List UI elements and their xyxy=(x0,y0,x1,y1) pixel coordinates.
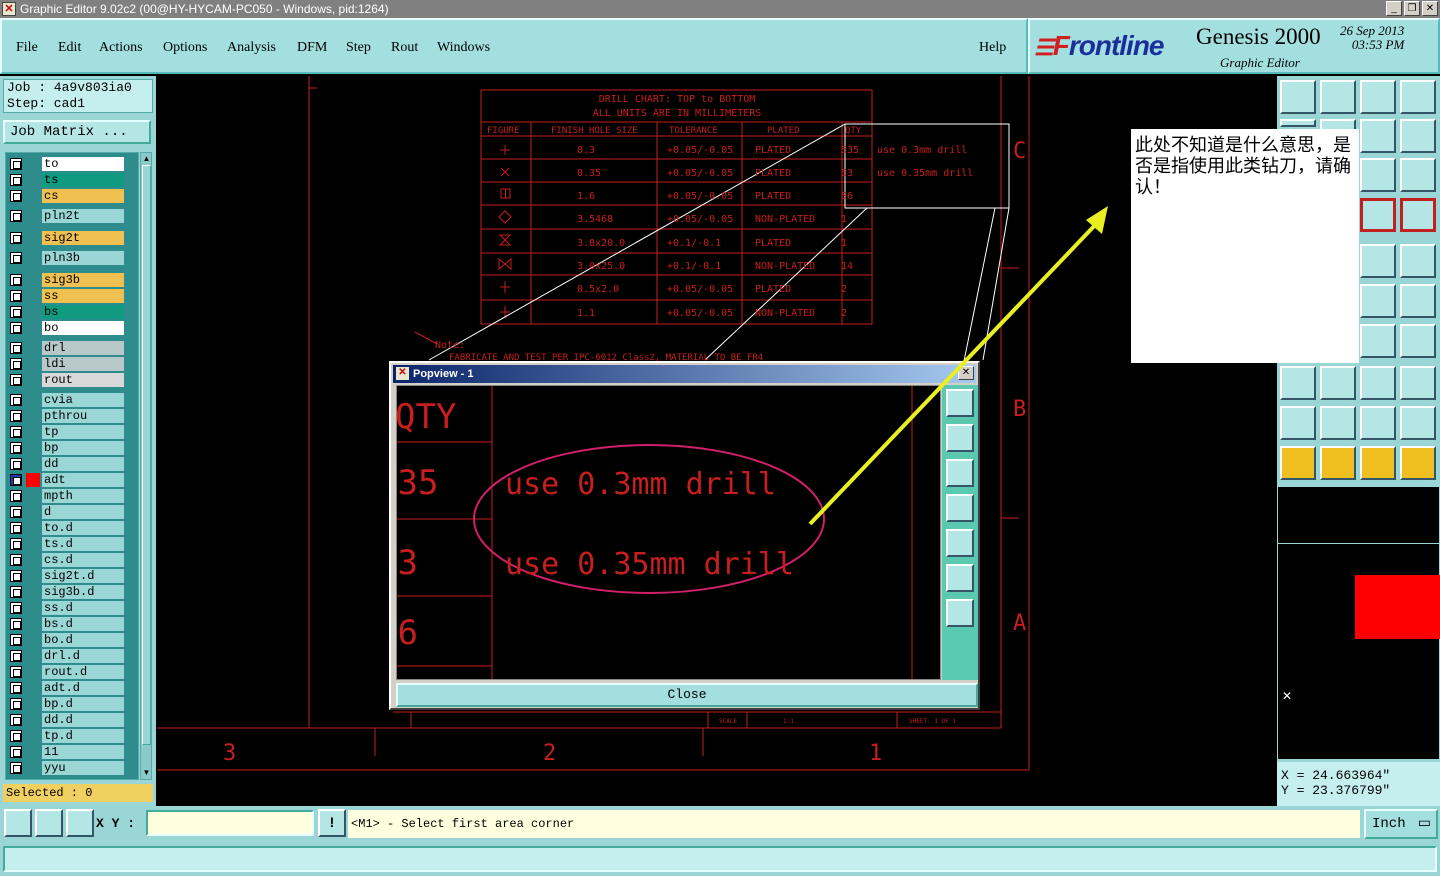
message-field[interactable] xyxy=(3,846,1437,872)
xy-input[interactable] xyxy=(146,810,314,836)
unit-selector[interactable]: Inch ▭ xyxy=(1364,809,1438,839)
annotation-arrow-layer xyxy=(808,206,1108,526)
info-icon[interactable]: ! xyxy=(318,809,346,837)
zoom-area-icon[interactable] xyxy=(4,809,32,837)
message-bar xyxy=(0,842,1440,876)
xy-label: X Y : xyxy=(96,816,136,831)
status-bar: X Y : ! <M1> - Select first area corner … xyxy=(0,806,1440,842)
measure-icon[interactable] xyxy=(35,809,63,837)
command-prompt: <M1> - Select first area corner xyxy=(348,810,1360,838)
annotation-arrow xyxy=(808,220,1100,526)
grid-icon[interactable] xyxy=(66,809,94,837)
unit-dropdown-icon: ▭ xyxy=(1417,816,1431,832)
